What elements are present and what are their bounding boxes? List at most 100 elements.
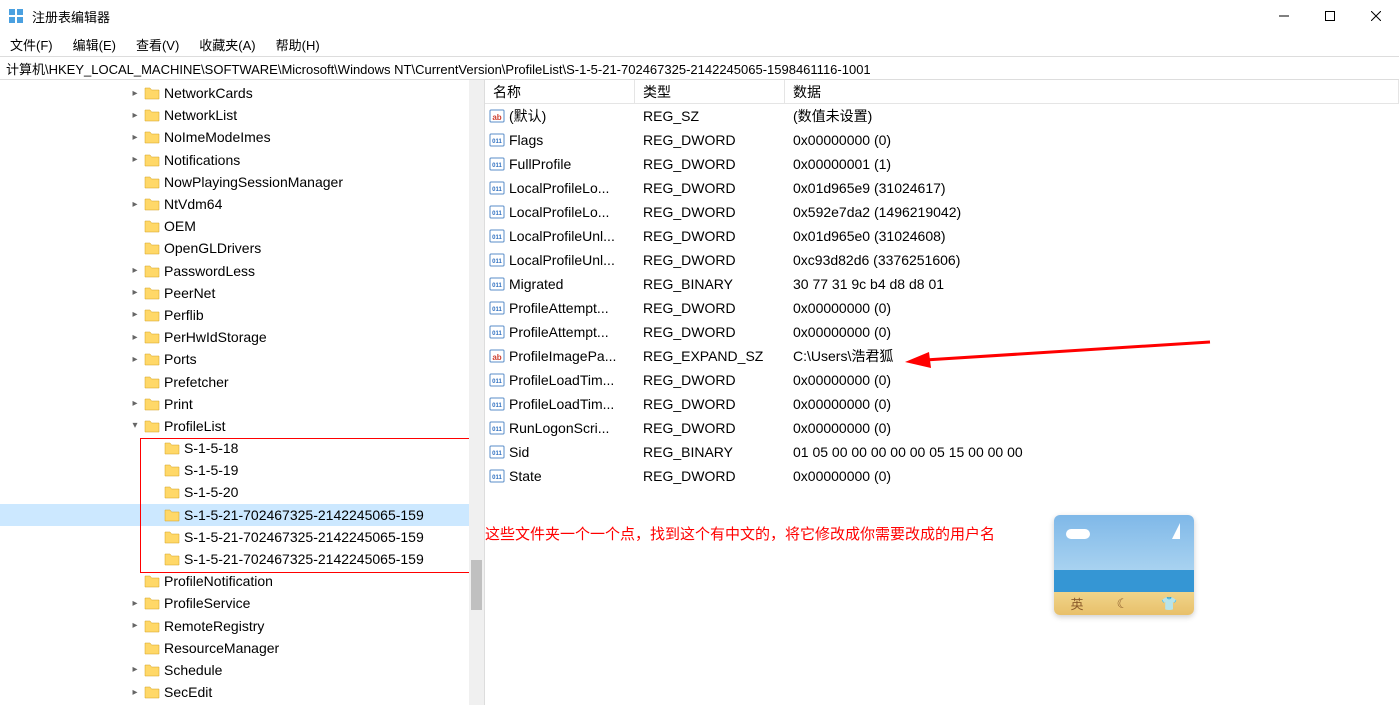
expander-icon[interactable]: ▸ [128, 598, 142, 609]
expander-icon[interactable]: ▸ [128, 354, 142, 365]
menu-view[interactable]: 查看(V) [132, 33, 183, 56]
tree-item[interactable]: OpenGLDrivers [0, 237, 484, 259]
value-row[interactable]: 011ProfileAttempt...REG_DWORD0x00000000 … [485, 296, 1399, 320]
tree-item[interactable]: ▸Schedule [0, 659, 484, 681]
tree-item[interactable]: S-1-5-21-702467325-2142245065-159 [0, 548, 484, 570]
tree-item[interactable]: OEM [0, 215, 484, 237]
value-type: REG_DWORD [635, 324, 785, 340]
value-row[interactable]: 011ProfileAttempt...REG_DWORD0x00000000 … [485, 320, 1399, 344]
value-row[interactable]: ab(默认)REG_SZ(数值未设置) [485, 104, 1399, 128]
value-name: Migrated [509, 276, 563, 292]
tree-item-label: ProfileNotification [164, 573, 273, 589]
expander-icon[interactable]: ▸ [128, 687, 142, 698]
tree-item[interactable]: S-1-5-21-702467325-2142245065-159 [0, 526, 484, 548]
expander-icon[interactable]: ▸ [128, 620, 142, 631]
column-type[interactable]: 类型 [635, 80, 785, 103]
tree-item[interactable]: ▸NtVdm64 [0, 193, 484, 215]
tree-item[interactable]: NowPlayingSessionManager [0, 171, 484, 193]
svg-text:011: 011 [492, 259, 502, 265]
tree-item[interactable]: ▸RemoteRegistry [0, 615, 484, 637]
expander-icon[interactable]: ▸ [128, 132, 142, 143]
value-data: 0x00000000 (0) [785, 372, 1399, 388]
value-name: Sid [509, 444, 529, 460]
svg-text:ab: ab [492, 353, 501, 362]
value-row[interactable]: 011ProfileLoadTim...REG_DWORD0x00000000 … [485, 392, 1399, 416]
svg-text:011: 011 [492, 163, 502, 169]
menu-edit[interactable]: 编辑(E) [69, 33, 120, 56]
tree-item[interactable]: ▸Print [0, 393, 484, 415]
expander-icon[interactable]: ▸ [128, 265, 142, 276]
tree-item[interactable]: Prefetcher [0, 370, 484, 392]
value-type: REG_BINARY [635, 276, 785, 292]
value-row[interactable]: 011LocalProfileLo...REG_DWORD0x01d965e9 … [485, 176, 1399, 200]
tree-item[interactable]: ▸NetworkCards [0, 82, 484, 104]
value-data: (数值未设置) [785, 106, 1399, 126]
value-row[interactable]: 011MigratedREG_BINARY30 77 31 9c b4 d8 d… [485, 272, 1399, 296]
ime-indicator[interactable]: 英☾👕 [1054, 515, 1194, 615]
expander-icon[interactable]: ▸ [128, 287, 142, 298]
tree-item[interactable]: ▸PasswordLess [0, 260, 484, 282]
expander-icon[interactable]: ▸ [128, 199, 142, 210]
tree-item[interactable]: ▸Perflib [0, 304, 484, 326]
menu-file[interactable]: 文件(F) [6, 33, 57, 56]
maximize-button[interactable] [1307, 0, 1353, 32]
tree-item[interactable]: ▸NoImeModeImes [0, 126, 484, 148]
expander-icon[interactable]: ▸ [128, 332, 142, 343]
registry-editor-window: 注册表编辑器 文件(F) 编辑(E) 查看(V) 收藏夹(A) 帮助(H) 计算… [0, 0, 1399, 705]
tree-item[interactable]: ProfileNotification [0, 570, 484, 592]
tree-item[interactable]: ▸Ports [0, 348, 484, 370]
value-row[interactable]: 011RunLogonScri...REG_DWORD0x00000000 (0… [485, 416, 1399, 440]
tree-item[interactable]: S-1-5-19 [0, 459, 484, 481]
tree-item[interactable]: ▸ SecEdit [0, 681, 484, 703]
value-row[interactable]: 011LocalProfileUnl...REG_DWORD0xc93d82d6… [485, 248, 1399, 272]
value-row[interactable]: 011FullProfileREG_DWORD0x00000001 (1) [485, 152, 1399, 176]
value-row[interactable]: 011LocalProfileLo...REG_DWORD0x592e7da2 … [485, 200, 1399, 224]
value-type: REG_DWORD [635, 372, 785, 388]
expander-icon[interactable]: ▸ [128, 154, 142, 165]
values-header: 名称 类型 数据 [485, 80, 1399, 104]
tree-item[interactable]: S-1-5-20 [0, 481, 484, 503]
menu-favorites[interactable]: 收藏夹(A) [195, 33, 259, 56]
tree-item[interactable]: S-1-5-18 [0, 437, 484, 459]
tree-pane[interactable]: ▸NetworkCards▸NetworkList▸NoImeModeImes▸… [0, 80, 485, 705]
tree-item-label: Notifications [164, 152, 240, 168]
close-button[interactable] [1353, 0, 1399, 32]
tree-item[interactable]: ▸PeerNet [0, 282, 484, 304]
app-icon [8, 8, 24, 24]
value-data: 0x00000000 (0) [785, 396, 1399, 412]
expander-icon[interactable]: ▸ [128, 309, 142, 320]
values-pane[interactable]: 名称 类型 数据 ab(默认)REG_SZ(数值未设置)011FlagsREG_… [485, 80, 1399, 705]
tree-item[interactable]: ▸ProfileService [0, 592, 484, 614]
expander-icon[interactable]: ▸ [128, 398, 142, 409]
scrollbar-thumb[interactable] [471, 560, 482, 610]
tree-item-label: SecEdit [164, 684, 212, 700]
vertical-scrollbar[interactable] [469, 80, 484, 705]
column-data[interactable]: 数据 [785, 80, 1399, 103]
tree-item[interactable]: ResourceManager [0, 637, 484, 659]
value-row[interactable]: 011ProfileLoadTim...REG_DWORD0x00000000 … [485, 368, 1399, 392]
tree-item[interactable]: ▾ProfileList [0, 415, 484, 437]
value-data: 30 77 31 9c b4 d8 d8 01 [785, 276, 1399, 292]
menu-help[interactable]: 帮助(H) [272, 33, 324, 56]
tree-item[interactable]: ▸NetworkList [0, 104, 484, 126]
value-row[interactable]: abProfileImagePa...REG_EXPAND_SZC:\Users… [485, 344, 1399, 368]
value-type: REG_DWORD [635, 156, 785, 172]
ime-char: 英 [1071, 594, 1084, 613]
expander-icon[interactable]: ▾ [128, 420, 142, 431]
tree-item-label: OpenGLDrivers [164, 240, 261, 256]
tree-item[interactable]: S-1-5-21-702467325-2142245065-159 [0, 504, 484, 526]
annotation-text: 这些文件夹一个一个点，找到这个有中文的，将它修改成你需要改成的用户名 [485, 523, 995, 544]
expander-icon[interactable]: ▸ [128, 664, 142, 675]
value-row[interactable]: 011SidREG_BINARY01 05 00 00 00 00 00 05 … [485, 440, 1399, 464]
minimize-button[interactable] [1261, 0, 1307, 32]
column-name[interactable]: 名称 [485, 80, 635, 103]
expander-icon[interactable]: ▸ [128, 88, 142, 99]
value-row[interactable]: 011FlagsREG_DWORD0x00000000 (0) [485, 128, 1399, 152]
value-row[interactable]: 011StateREG_DWORD0x00000000 (0) [485, 464, 1399, 488]
expander-icon[interactable]: ▸ [128, 110, 142, 121]
value-type: REG_SZ [635, 108, 785, 124]
address-bar[interactable]: 计算机\HKEY_LOCAL_MACHINE\SOFTWARE\Microsof… [0, 56, 1399, 80]
value-row[interactable]: 011LocalProfileUnl...REG_DWORD0x01d965e0… [485, 224, 1399, 248]
tree-item[interactable]: ▸PerHwIdStorage [0, 326, 484, 348]
tree-item[interactable]: ▸ Notifications [0, 149, 484, 171]
